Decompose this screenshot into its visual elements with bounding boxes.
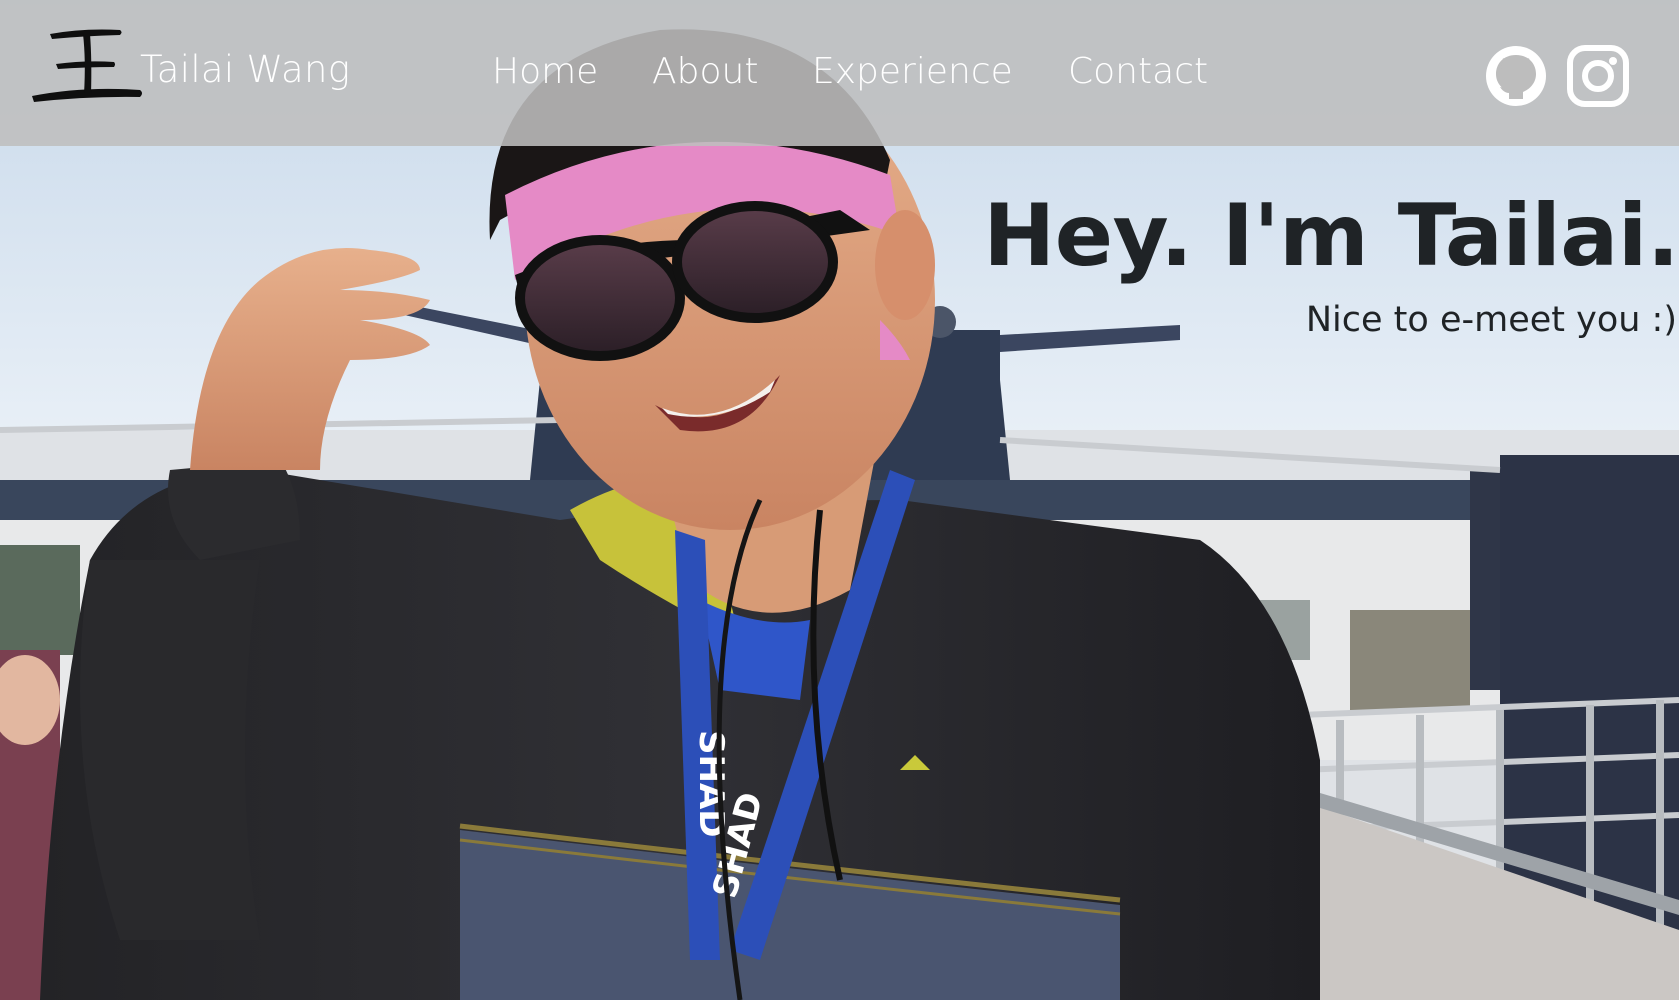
instagram-icon[interactable] [1565,43,1631,109]
instagram-icon-graphic [1567,45,1629,107]
nav-contact-link[interactable]: Contact [1068,51,1208,92]
nav-home-link[interactable]: Home [492,51,598,92]
logo-wang-glyph [32,29,142,102]
brand-name[interactable]: Tailai Wang [140,48,350,91]
nav-about-link[interactable]: About [652,51,758,92]
nav-experience-link[interactable]: Experience [812,51,1013,92]
hero-headline: Hey. I'm Tailai. [983,186,1679,286]
logo-icon[interactable] [28,20,146,110]
hero-photo: SHAD SHAD [0,0,1679,1000]
top-navbar: Tailai Wang Home About Experience Contac… [0,0,1679,146]
github-icon[interactable] [1483,43,1549,109]
github-icon-graphic [1486,46,1546,106]
hero-subline: Nice to e-meet you :) [1305,300,1677,340]
hero-photo-scene: SHAD SHAD [0,0,1679,1000]
